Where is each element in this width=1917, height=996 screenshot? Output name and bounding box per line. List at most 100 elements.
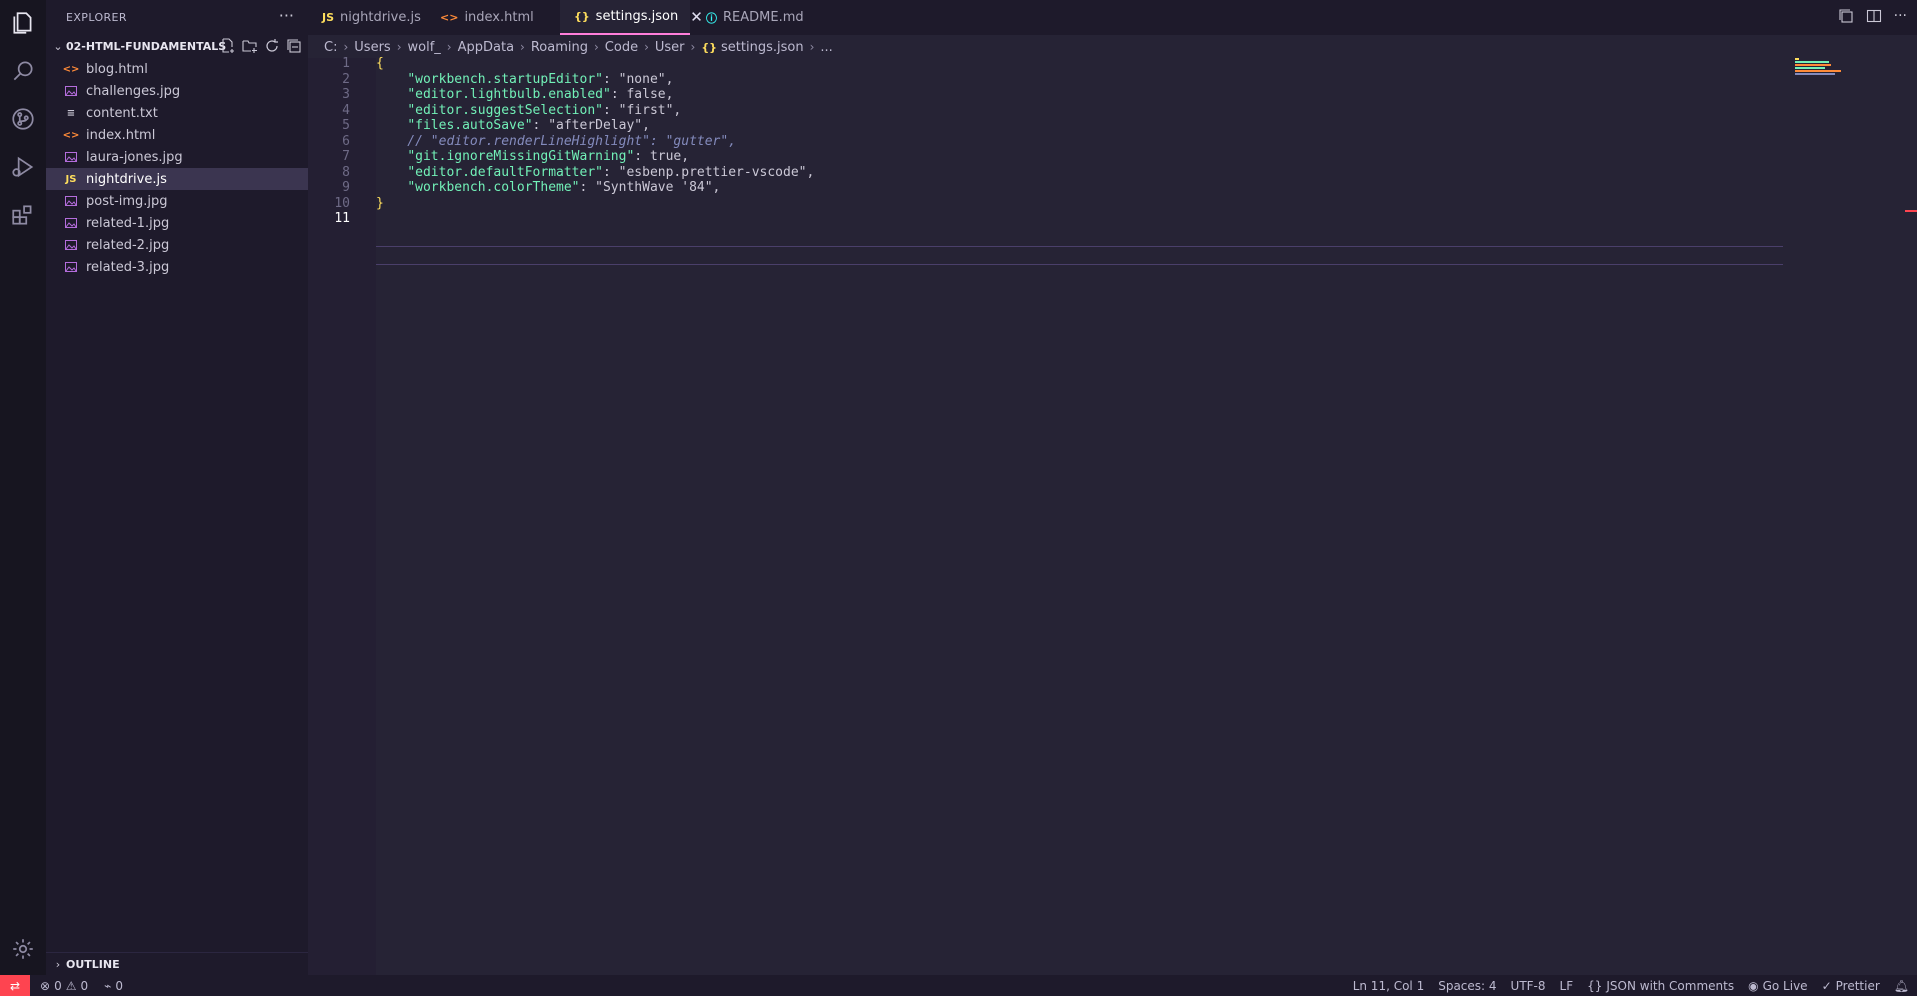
encoding[interactable]: UTF-8	[1511, 979, 1546, 993]
status-bar: ⇄ ⊗ 0 ⚠ 0 ⌁ 0 Ln 11, Col 1 Spaces: 4 UTF…	[0, 975, 1917, 996]
info-icon: ⓘ	[706, 11, 717, 25]
tab-readme-md[interactable]: ⓘ README.md	[692, 0, 840, 35]
go-live-button[interactable]: ◉ Go Live	[1748, 979, 1807, 993]
breadcrumb-item[interactable]: C:	[324, 40, 337, 55]
warning-icon[interactable]: ⚠	[66, 979, 77, 993]
chevron-right-icon: ›	[593, 40, 599, 54]
html-icon: <>	[440, 11, 459, 24]
breadcrumb-item[interactable]: ...	[820, 40, 832, 55]
search-icon[interactable]	[0, 48, 46, 94]
file-item-laura-jones-jpg[interactable]: laura-jones.jpg	[46, 146, 308, 168]
settings-gear-icon[interactable]	[0, 926, 46, 972]
breadcrumb-item[interactable]: settings.json	[721, 40, 804, 55]
js-icon: JS	[65, 173, 77, 185]
explorer-icon[interactable]	[0, 0, 46, 46]
file-item-related-1-jpg[interactable]: related-1.jpg	[46, 212, 308, 234]
file-item-index-html[interactable]: <> index.html	[46, 124, 308, 146]
chevron-right-icon: ›	[520, 40, 525, 54]
code-editor[interactable]: 1{2 "workbench.startupEditor": "none", 3 …	[308, 56, 1917, 975]
collapse-all-icon[interactable]	[286, 38, 302, 58]
tab-index-html[interactable]: <> index.html	[426, 0, 550, 35]
file-tree: <> blog.html challenges.jpg ≡ content.tx…	[46, 58, 308, 278]
image-icon	[62, 215, 80, 231]
remote-icon[interactable]: ⇄	[0, 975, 30, 996]
html-icon: <>	[62, 129, 80, 141]
file-item-content-txt[interactable]: ≡ content.txt	[46, 102, 308, 124]
json-icon: {}	[701, 40, 718, 54]
go-live-label: Go Live	[1762, 978, 1808, 993]
editor-tabbar: JS nightdrive.js <> index.html {} settin…	[308, 0, 1917, 35]
file-item-blog-html[interactable]: <> blog.html	[46, 58, 308, 80]
file-item-nightdrive-js[interactable]: JS nightdrive.js	[46, 168, 308, 190]
folder-name: 02-HTML-FUNDAMENTALS	[66, 39, 227, 53]
braces-icon: {}	[1587, 978, 1603, 993]
ports-count[interactable]: 0	[115, 979, 123, 993]
current-line-highlight	[376, 246, 1783, 265]
tab-settings-json[interactable]: {} settings.json ✕	[560, 0, 703, 35]
scrollbar-marker	[1905, 210, 1917, 212]
image-icon	[62, 259, 80, 275]
checkmark-icon: ✓	[1821, 978, 1832, 993]
split-editor-icon[interactable]	[1866, 8, 1882, 28]
json-icon: {}	[574, 10, 590, 23]
js-icon: JS	[322, 11, 335, 24]
breadcrumb-item[interactable]: AppData	[458, 40, 514, 55]
chevron-right-icon: ›	[690, 40, 696, 54]
warning-count[interactable]: 0	[80, 979, 88, 993]
run-debug-icon[interactable]	[0, 144, 46, 190]
chevron-right-icon: ›	[446, 40, 452, 54]
breadcrumb-item[interactable]: User	[655, 40, 685, 55]
chevron-down-icon: ⌄	[53, 39, 63, 53]
image-icon	[62, 83, 80, 99]
file-item-challenges-jpg[interactable]: challenges.jpg	[46, 80, 308, 102]
ports-icon[interactable]: ⌁	[104, 979, 111, 993]
file-item-related-3-jpg[interactable]: related-3.jpg	[46, 256, 308, 278]
tab-label: README.md	[723, 10, 804, 25]
more-actions-icon[interactable]: ···	[279, 6, 294, 25]
file-name: laura-jones.jpg	[86, 149, 183, 165]
source-control-icon[interactable]	[0, 96, 46, 142]
errors-icon[interactable]: ⊗	[40, 979, 50, 993]
tab-nightdrive-js[interactable]: JS nightdrive.js	[308, 0, 444, 35]
language-mode[interactable]: {} JSON with Comments	[1587, 979, 1734, 993]
explorer-sidebar: EXPLORER ··· ⌄ 02-HTML-FUNDAMENTALS <> b…	[46, 0, 308, 975]
chevron-right-icon: ›	[343, 40, 349, 54]
breadcrumb-item[interactable]: Roaming	[531, 40, 588, 55]
folder-header[interactable]: ⌄ 02-HTML-FUNDAMENTALS	[46, 35, 308, 57]
error-count[interactable]: 0	[54, 979, 62, 993]
indentation[interactable]: Spaces: 4	[1438, 979, 1496, 993]
bell-icon[interactable]: 🔔︎	[1894, 979, 1909, 993]
tab-label: index.html	[464, 10, 534, 25]
breadcrumb-item[interactable]: Users	[354, 40, 390, 55]
open-preview-icon[interactable]	[1838, 8, 1854, 28]
new-file-icon[interactable]	[220, 38, 236, 58]
extensions-icon[interactable]	[0, 192, 46, 238]
file-name: content.txt	[86, 105, 158, 121]
cursor-position[interactable]: Ln 11, Col 1	[1353, 979, 1425, 993]
chevron-right-icon: ›	[809, 40, 815, 54]
html-icon: <>	[62, 63, 80, 75]
minimap[interactable]	[1795, 58, 1847, 78]
file-name: index.html	[86, 127, 156, 143]
activity-bar	[0, 0, 46, 975]
chevron-right-icon: ›	[55, 957, 61, 971]
refresh-icon[interactable]	[264, 38, 280, 58]
prettier-button[interactable]: ✓ Prettier	[1822, 979, 1880, 993]
more-actions-icon[interactable]: ···	[1894, 8, 1907, 28]
file-name: nightdrive.js	[86, 171, 167, 187]
file-name: related-1.jpg	[86, 215, 170, 231]
file-item-post-img-jpg[interactable]: post-img.jpg	[46, 190, 308, 212]
line-ending[interactable]: LF	[1560, 979, 1574, 993]
outline-section[interactable]: › OUTLINE	[46, 952, 308, 975]
file-item-related-2-jpg[interactable]: related-2.jpg	[46, 234, 308, 256]
file-name: blog.html	[86, 61, 148, 77]
breadcrumb-item[interactable]: Code	[605, 40, 638, 55]
new-folder-icon[interactable]	[242, 38, 258, 58]
image-icon	[62, 237, 80, 253]
code-line[interactable]: 11	[308, 209, 1788, 228]
breadcrumb-item[interactable]: wolf_	[408, 40, 441, 55]
sidebar-title: EXPLORER	[66, 11, 127, 24]
line-number: 11	[334, 211, 350, 226]
prettier-label: Prettier	[1835, 978, 1880, 993]
broadcast-icon: ◉	[1748, 978, 1759, 993]
